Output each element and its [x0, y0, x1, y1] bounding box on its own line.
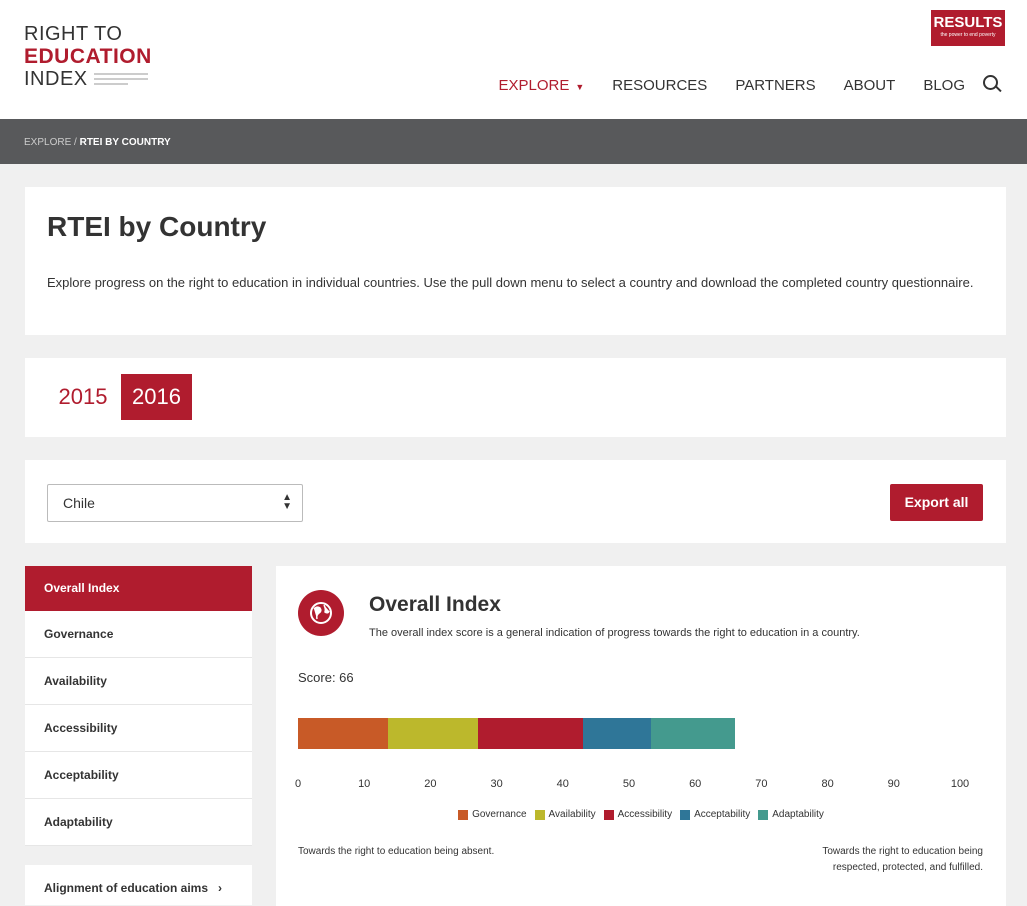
scale-note-right: Towards the right to education being res… [822, 846, 983, 873]
legend-swatch [458, 809, 469, 820]
country-toolbar: Chile ▲ ▼ Export all [25, 460, 1006, 543]
breadcrumb-separator: / [71, 137, 80, 148]
intro-card: RTEI by Country Explore progress on the … [25, 187, 1006, 335]
legend-label: Accessibility [617, 809, 673, 820]
year-tab-2015[interactable]: 2015 [53, 374, 113, 420]
legend-label: Adaptability [772, 809, 824, 820]
year-selector: 2015 2016 [25, 358, 1006, 437]
year-tab-2016[interactable]: 2016 [121, 374, 192, 420]
sidebar-item-alignment[interactable]: Alignment of education aims › [25, 865, 252, 895]
caret-down-icon: ▼ [575, 81, 585, 92]
index-panel: Overall Index The overall index score is… [276, 566, 1006, 906]
chart-legend: Governance Availability Accessibility Accep… [276, 809, 1006, 823]
legend-swatch [534, 809, 545, 820]
x-tick-label: 30 [490, 778, 503, 790]
page-title: RTEI by Country [47, 211, 267, 242]
country-select[interactable]: Chile ▲ ▼ [47, 484, 303, 522]
sidebar-item-accessibility[interactable]: Accessibility [25, 705, 252, 752]
panel-description: The overall index score is a general ind… [369, 627, 860, 639]
x-tick-label: 80 [821, 778, 834, 790]
nav-partners[interactable]: PARTNERS [735, 77, 815, 94]
bar-segment-adaptability[interactable] [650, 718, 735, 749]
x-tick-label: 100 [950, 778, 970, 790]
select-arrows-icon: ▲ ▼ [282, 492, 292, 512]
legend-item-accessibility: Accessibility [603, 809, 673, 820]
search-icon[interactable] [983, 75, 1003, 95]
page-description: Explore progress on the right to educati… [47, 275, 974, 290]
main-nav: EXPLORE ▼ RESOURCES PARTNERS ABOUT BLOG [471, 75, 1004, 95]
legend-label: Acceptability [694, 809, 751, 820]
legend-label: Governance [472, 809, 527, 820]
logo-line-3-text: INDEX [24, 68, 88, 90]
results-logo[interactable]: RESULTS the power to end poverty [931, 10, 1005, 46]
logo-line-1: RIGHT TO [24, 23, 123, 45]
sidebar-item-acceptability[interactable]: Acceptability [25, 752, 252, 799]
x-tick-label: 60 [689, 778, 702, 790]
sidebar-item-adaptability[interactable]: Adaptability [25, 799, 252, 846]
export-all-button[interactable]: Export all [890, 484, 983, 521]
legend-item-adaptability: Adaptability [758, 809, 824, 820]
index-sidebar: Overall Index Governance Availability Ac… [25, 566, 252, 846]
nav-explore-label: EXPLORE [498, 76, 570, 94]
bar-segment-accessibility[interactable] [478, 718, 584, 749]
chevron-right-icon: › [218, 881, 223, 895]
theme-sidebar: Alignment of education aims › [25, 865, 252, 905]
x-tick-label: 20 [424, 778, 437, 790]
legend-item-governance: Governance [458, 809, 527, 820]
x-tick-label: 70 [755, 778, 768, 790]
bar-segment-acceptability[interactable] [583, 718, 651, 749]
logo-line-2: EDUCATION [24, 45, 152, 68]
bar-segment-governance[interactable] [298, 718, 389, 749]
bar-segment-availability[interactable] [388, 718, 479, 749]
legend-label: Availability [548, 809, 596, 820]
nav-resources[interactable]: RESOURCES [612, 77, 707, 94]
country-select-value: Chile [63, 495, 95, 511]
legend-swatch [603, 809, 614, 820]
x-tick-label: 90 [887, 778, 900, 790]
x-tick-label: 10 [358, 778, 371, 790]
score-text: Score: 66 [298, 670, 354, 685]
rtei-logo[interactable]: RIGHT TO EDUCATION INDEX [24, 24, 152, 89]
sidebar-item-alignment-label: Alignment of education aims [44, 881, 209, 895]
nav-about[interactable]: ABOUT [844, 77, 896, 94]
legend-swatch [758, 809, 769, 820]
breadcrumb-current: RTEI BY COUNTRY [79, 137, 171, 148]
nav-explore[interactable]: EXPLORE ▼ [499, 77, 585, 94]
x-tick-label: 40 [556, 778, 569, 790]
x-tick-label: 0 [294, 778, 302, 790]
logo-line-3: INDEX [24, 69, 152, 89]
sidebar-item-overall-index[interactable]: Overall Index [25, 566, 252, 611]
breadcrumb: EXPLORE / RTEI BY COUNTRY [0, 119, 1027, 164]
nav-blog[interactable]: BLOG [923, 77, 965, 94]
sidebar-item-availability[interactable]: Availability [25, 658, 252, 705]
legend-item-acceptability: Acceptability [680, 809, 750, 820]
logo-lines-graphic [93, 73, 148, 85]
x-tick-label: 50 [622, 778, 636, 790]
panel-title: Overall Index [369, 593, 501, 616]
scale-note-left: Towards the right to education being abs… [298, 846, 495, 857]
results-logo-text: RESULTS [933, 14, 1003, 31]
results-logo-tagline: the power to end poverty [940, 32, 996, 38]
x-axis-ticks: 0 10 20 30 40 50 60 70 80 90 100 [294, 778, 978, 792]
legend-swatch [680, 809, 691, 820]
sidebar-item-governance[interactable]: Governance [25, 611, 252, 658]
site-header: RIGHT TO EDUCATION INDEX RESULTS the pow… [0, 0, 1027, 119]
breadcrumb-explore-link[interactable]: EXPLORE [24, 137, 71, 148]
stacked-score-bar [298, 718, 735, 749]
legend-item-availability: Availability [534, 809, 596, 820]
globe-icon [298, 590, 344, 636]
